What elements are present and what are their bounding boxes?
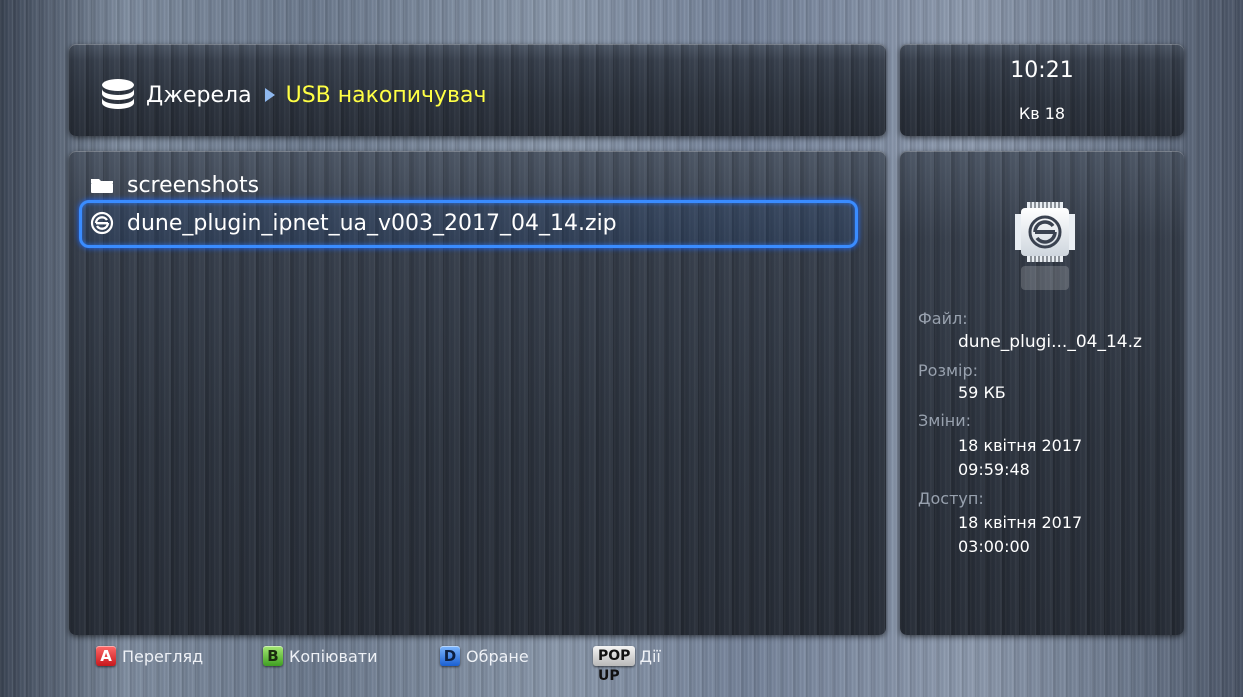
hint-actions-button[interactable]: POP UP Дії — [593, 645, 661, 684]
key-b-icon: B — [263, 646, 283, 666]
modified-date: 18 квітня 2017 — [958, 436, 1083, 455]
list-item-label: screenshots — [127, 172, 260, 198]
hint-copy-button[interactable]: B Копіювати — [263, 645, 377, 667]
key-d-icon: D — [440, 646, 460, 666]
hint-view-button[interactable]: A Перегляд — [96, 645, 203, 667]
size-label: Розмір: — [918, 361, 979, 380]
key-popup-icon: POP UP — [593, 646, 636, 684]
triangle-right-icon — [264, 88, 275, 102]
clock-date: Кв 18 — [1018, 104, 1066, 123]
list-item-label: dune_plugin_ipnet_ua_v003_2017_04_14.zip — [127, 210, 617, 236]
breadcrumb: Джерела USB накопичувач — [100, 77, 487, 113]
hint-label: Обране — [466, 646, 529, 666]
access-label: Доступ: — [918, 489, 984, 508]
key-a-icon: A — [96, 646, 116, 666]
file-label: Файл: — [918, 309, 968, 328]
breadcrumb-root[interactable]: Джерела — [146, 83, 252, 108]
folder-icon — [91, 179, 113, 193]
database-icon — [102, 79, 134, 109]
hint-label: Копіювати — [289, 646, 378, 666]
access-date: 18 квітня 2017 — [958, 513, 1083, 532]
size-value: 59 КБ — [958, 383, 1006, 402]
clock-time: 10:21 — [1010, 58, 1074, 83]
list-item-file[interactable]: dune_plugin_ipnet_ua_v003_2017_04_14.zip — [90, 207, 617, 239]
hint-label: Перегляд — [122, 646, 204, 666]
hint-label: Дії — [639, 646, 661, 666]
breadcrumb-current: USB накопичувач — [285, 82, 487, 108]
modified-label: Зміни: — [918, 411, 972, 430]
hint-favorites-button[interactable]: D Обране — [440, 645, 529, 667]
plugin-archive-icon — [90, 211, 114, 235]
file-value: dune_plugi..._04_14.z — [958, 332, 1142, 352]
modified-time: 09:59:48 — [958, 460, 1030, 479]
access-time: 03:00:00 — [958, 537, 1030, 556]
list-item-folder[interactable]: screenshots — [90, 169, 259, 201]
chip-icon — [1015, 202, 1075, 290]
